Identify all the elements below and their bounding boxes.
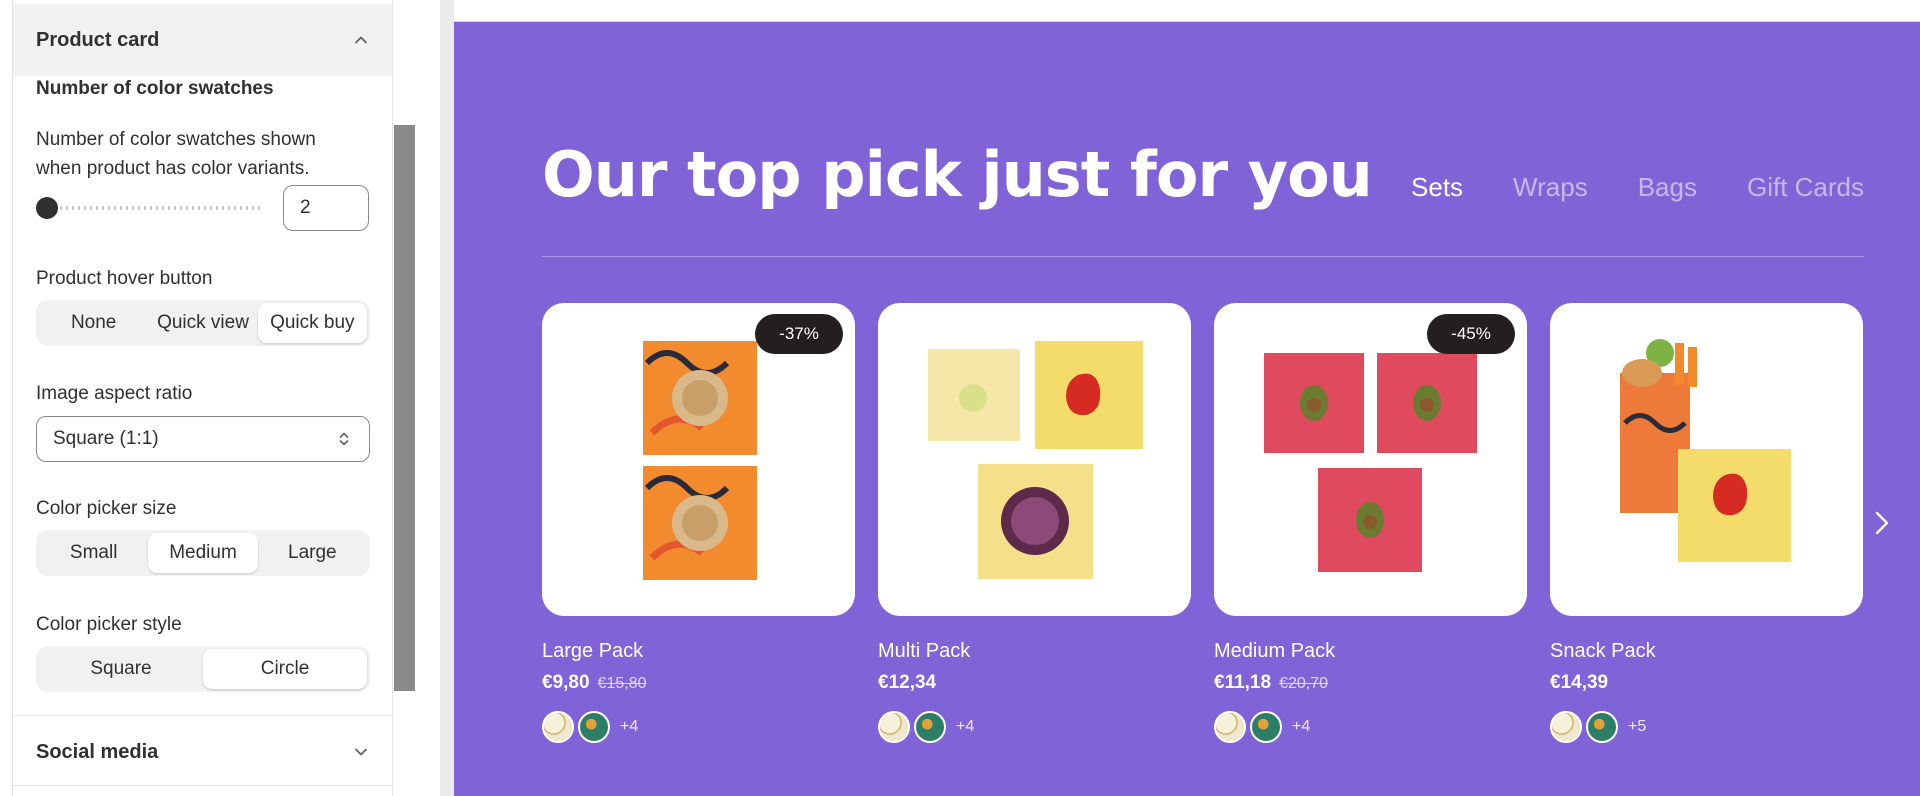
panel-gutter bbox=[440, 0, 454, 796]
swatches-number-input[interactable]: 2 bbox=[283, 185, 369, 231]
settings-sidebar: Product card Number of color swatches Nu… bbox=[0, 0, 440, 796]
style-option-square[interactable]: Square bbox=[39, 649, 203, 689]
sale-price: €12,34 bbox=[878, 672, 937, 693]
swatches-heading: Number of color swatches bbox=[36, 78, 274, 99]
collection-tabs: Sets Wraps Bags Gift Cards bbox=[1411, 172, 1864, 203]
discount-badge: -45% bbox=[1427, 314, 1515, 354]
swatches-description: when product has color variants. bbox=[36, 158, 310, 179]
hover-button-segmented-control: None Quick view Quick buy bbox=[36, 300, 370, 346]
sale-price: €11,18 bbox=[1214, 672, 1272, 693]
size-option-small[interactable]: Small bbox=[39, 533, 148, 573]
color-swatch[interactable] bbox=[914, 711, 946, 743]
product-name[interactable]: Multi Pack bbox=[878, 640, 970, 663]
size-option-large[interactable]: Large bbox=[258, 533, 367, 573]
tab-sets[interactable]: Sets bbox=[1411, 172, 1463, 203]
multi-pack-image bbox=[928, 341, 1143, 579]
tab-wraps[interactable]: Wraps bbox=[1513, 172, 1588, 203]
product-name[interactable]: Large Pack bbox=[542, 640, 643, 663]
product-card-image[interactable]: -45% bbox=[1214, 303, 1527, 616]
headline-divider bbox=[542, 256, 1864, 257]
color-swatch[interactable] bbox=[1550, 711, 1582, 743]
hover-button-label: Product hover button bbox=[36, 268, 213, 289]
color-swatches: +4 bbox=[878, 711, 974, 743]
swatches-slider-handle[interactable] bbox=[36, 197, 58, 219]
picker-size-label: Color picker size bbox=[36, 498, 177, 519]
chevron-down-icon bbox=[352, 743, 370, 761]
more-swatches-count: +5 bbox=[1628, 718, 1647, 735]
color-swatch[interactable] bbox=[878, 711, 910, 743]
section-headline: Our top pick just for you bbox=[542, 138, 1373, 211]
original-price: €20,70 bbox=[1279, 675, 1329, 692]
section-title: Product card bbox=[36, 28, 160, 51]
picker-size-segmented-control: Small Medium Large bbox=[36, 530, 370, 576]
social-media-section-header[interactable]: Social media bbox=[13, 716, 392, 788]
product-name[interactable]: Snack Pack bbox=[1550, 640, 1656, 663]
more-swatches-count: +4 bbox=[956, 718, 975, 735]
select-chevrons-icon bbox=[335, 430, 353, 448]
aspect-ratio-value: Square (1:1) bbox=[53, 428, 159, 449]
tab-gift-cards[interactable]: Gift Cards bbox=[1747, 172, 1864, 203]
product-name[interactable]: Medium Pack bbox=[1214, 640, 1335, 663]
product-card-section-header[interactable]: Product card bbox=[13, 4, 392, 76]
more-swatches-count: +4 bbox=[620, 718, 639, 735]
picker-style-label: Color picker style bbox=[36, 614, 182, 635]
product-price: €14,39 bbox=[1550, 672, 1608, 694]
color-swatches: +5 bbox=[1550, 711, 1646, 743]
sidebar-scrollbar-thumb[interactable] bbox=[394, 125, 415, 691]
more-swatches-count: +4 bbox=[1292, 718, 1311, 735]
original-price: €15,80 bbox=[597, 675, 647, 692]
color-swatch[interactable] bbox=[1214, 711, 1246, 743]
chevron-up-icon bbox=[352, 31, 370, 49]
color-swatch[interactable] bbox=[542, 711, 574, 743]
product-card-image[interactable]: -37% bbox=[542, 303, 855, 616]
color-swatch[interactable] bbox=[1250, 711, 1282, 743]
tab-bags[interactable]: Bags bbox=[1638, 172, 1697, 203]
discount-badge: -37% bbox=[755, 314, 843, 354]
sale-price: €14,39 bbox=[1550, 672, 1609, 693]
aspect-ratio-label: Image aspect ratio bbox=[36, 383, 193, 404]
hover-option-quick-view[interactable]: Quick view bbox=[148, 303, 257, 343]
product-card-image[interactable] bbox=[878, 303, 1191, 616]
product-card-image[interactable] bbox=[1550, 303, 1863, 616]
section-title: Social media bbox=[36, 740, 159, 763]
swatches-slider-track[interactable] bbox=[48, 206, 260, 210]
sidebar-border bbox=[12, 0, 13, 796]
chevron-right-icon[interactable] bbox=[1867, 508, 1897, 538]
color-swatches: +4 bbox=[1214, 711, 1310, 743]
hover-option-none[interactable]: None bbox=[39, 303, 148, 343]
product-price: €9,80 €15,80 bbox=[542, 672, 646, 694]
size-option-medium[interactable]: Medium bbox=[148, 533, 258, 573]
product-price: €12,34 bbox=[878, 672, 936, 694]
storefront-preview: Our top pick just for you Sets Wraps Bag… bbox=[454, 0, 1920, 796]
color-swatches: +4 bbox=[542, 711, 638, 743]
picker-style-segmented-control: Square Circle bbox=[36, 646, 370, 692]
color-swatch[interactable] bbox=[578, 711, 610, 743]
style-option-circle[interactable]: Circle bbox=[203, 649, 367, 689]
sale-price: €9,80 bbox=[542, 672, 590, 693]
swatches-description: Number of color swatches shown bbox=[36, 129, 316, 150]
color-swatch[interactable] bbox=[1586, 711, 1618, 743]
hover-option-quick-buy[interactable]: Quick buy bbox=[257, 303, 367, 343]
swatches-value: 2 bbox=[300, 197, 311, 218]
section-divider bbox=[13, 785, 392, 786]
aspect-ratio-select[interactable]: Square (1:1) bbox=[36, 416, 370, 462]
preview-top-bar bbox=[454, 0, 1920, 22]
product-price: €11,18 €20,70 bbox=[1214, 672, 1328, 694]
snack-pack-image bbox=[1620, 339, 1791, 562]
